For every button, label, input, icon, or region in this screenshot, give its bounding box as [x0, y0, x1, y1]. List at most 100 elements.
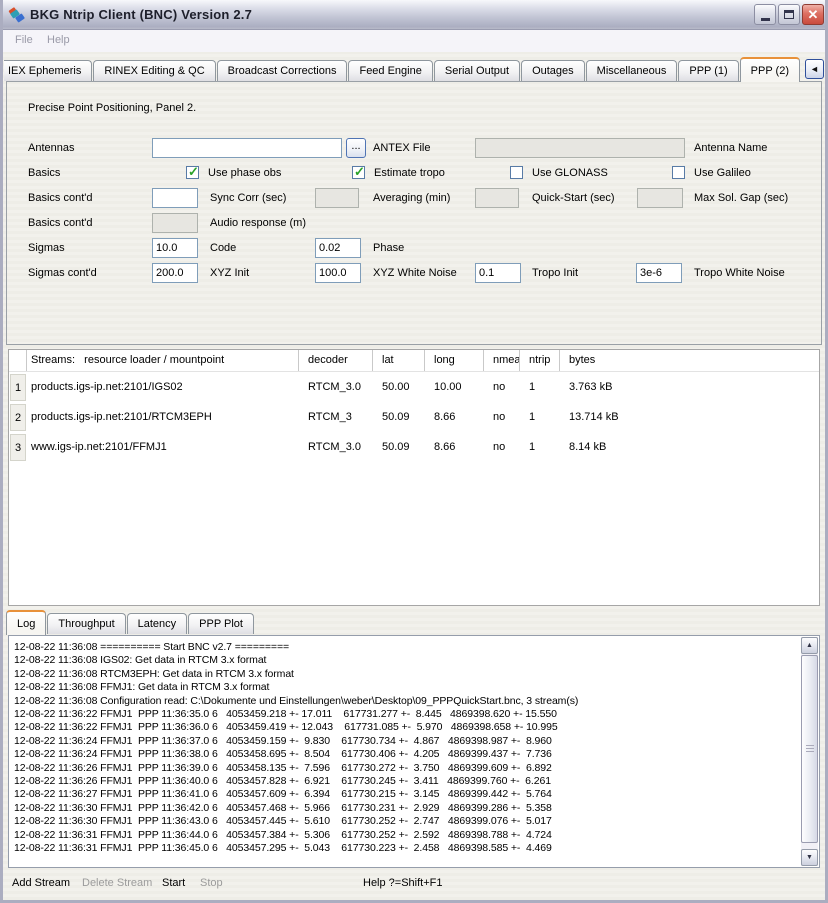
tab-ppp-2[interactable]: PPP (2)	[740, 57, 800, 82]
col-header-mountpoint[interactable]: Streams: resource loader / mountpoint	[27, 350, 299, 371]
tropo-white-noise-label: Tropo White Noise	[694, 267, 785, 279]
row-header[interactable]: 3	[10, 434, 26, 461]
estimate-tropo-label: Estimate tropo	[374, 167, 445, 179]
tab-broadcast-corrections[interactable]: Broadcast Corrections	[217, 60, 348, 81]
tropo-init-label: Tropo Init	[532, 267, 578, 279]
cell-nmea: no	[484, 441, 520, 453]
cell-bytes: 13.714 kB	[560, 411, 819, 423]
antex-browse-button[interactable]: ...	[346, 138, 366, 158]
row-header[interactable]: 2	[10, 404, 26, 431]
scroll-down-button[interactable]: ▼	[801, 849, 818, 866]
streams-header-corner	[9, 350, 27, 371]
log-line: 12-08-22 11:36:08 FFMJ1: Get data in RTC…	[14, 681, 797, 694]
tab-log[interactable]: Log	[6, 610, 46, 635]
basics-label: Basics	[28, 167, 60, 179]
scroll-thumb[interactable]	[801, 655, 818, 843]
antex-file-input	[475, 138, 685, 158]
menu-help[interactable]: Help	[47, 34, 70, 46]
cell-bytes: 3.763 kB	[560, 381, 819, 393]
log-line: 12-08-22 11:36:27 FFMJ1 PPP 11:36:41.0 6…	[14, 788, 797, 801]
sigma-code-input[interactable]	[152, 238, 198, 258]
stream-row[interactable]: 2 products.igs-ip.net:2101/RTCM3EPH RTCM…	[9, 402, 819, 432]
cell-decoder: RTCM_3.0	[299, 441, 373, 453]
stream-row[interactable]: 3 www.igs-ip.net:2101/FFMJ1 RTCM_3.0 50.…	[9, 432, 819, 462]
chevron-left-icon: ◄	[810, 64, 819, 74]
scroll-up-button[interactable]: ▲	[801, 637, 818, 654]
log-line: 12-08-22 11:36:30 FFMJ1 PPP 11:36:43.0 6…	[14, 815, 797, 828]
tab-scroll-left-button[interactable]: ◄	[805, 59, 824, 79]
log-view[interactable]: 12-08-22 11:36:08 ========== Start BNC v…	[8, 635, 820, 868]
tab-feed-engine[interactable]: Feed Engine	[348, 60, 432, 81]
delete-stream-button: Delete Stream	[82, 877, 152, 889]
max-sol-gap-input	[637, 188, 683, 208]
log-scrollbar[interactable]: ▲ ▼	[801, 637, 818, 866]
maximize-button[interactable]	[778, 4, 800, 25]
cell-ntrip: 1	[520, 411, 560, 423]
panel-caption: Precise Point Positioning, Panel 2.	[28, 102, 196, 114]
col-header-bytes[interactable]: bytes	[560, 350, 819, 371]
tropo-init-input[interactable]	[475, 263, 521, 283]
xyz-white-noise-input[interactable]	[315, 263, 361, 283]
streams-table: Streams: resource loader / mountpoint de…	[8, 349, 820, 606]
cell-mountpoint: www.igs-ip.net:2101/FFMJ1	[27, 441, 299, 453]
sigmas2-label: Sigmas cont'd	[28, 267, 97, 279]
xyz-init-input[interactable]	[152, 263, 198, 283]
col-header-decoder[interactable]: decoder	[299, 350, 373, 371]
tab-ppp-plot[interactable]: PPP Plot	[188, 613, 254, 634]
antennas-input[interactable]	[152, 138, 342, 158]
tab-latency[interactable]: Latency	[127, 613, 188, 634]
basics2-label: Basics cont'd	[28, 192, 92, 204]
triangle-down-icon: ▼	[806, 854, 813, 861]
row-header[interactable]: 1	[10, 374, 26, 401]
cell-lat: 50.09	[373, 411, 425, 423]
close-button[interactable]: ✕	[802, 4, 824, 25]
cell-decoder: RTCM_3	[299, 411, 373, 423]
streams-header-row: Streams: resource loader / mountpoint de…	[9, 350, 819, 372]
log-line: 12-08-22 11:36:31 FFMJ1 PPP 11:36:44.0 6…	[14, 829, 797, 842]
maximize-icon	[784, 10, 794, 19]
averaging-label: Averaging (min)	[373, 192, 450, 204]
col-header-lat[interactable]: lat	[373, 350, 425, 371]
log-line: 12-08-22 11:36:08 RTCM3EPH: Get data in …	[14, 668, 797, 681]
cell-nmea: no	[484, 381, 520, 393]
use-galileo-checkbox[interactable]	[672, 166, 685, 179]
antex-file-label: ANTEX File	[373, 142, 430, 154]
basics3-label: Basics cont'd	[28, 217, 92, 229]
use-glonass-label: Use GLONASS	[532, 167, 608, 179]
tab-throughput[interactable]: Throughput	[47, 613, 125, 634]
tab-rinex-ephemeris[interactable]: IEX Ephemeris	[4, 60, 92, 81]
estimate-tropo-checkbox[interactable]	[352, 166, 365, 179]
tab-outages[interactable]: Outages	[521, 60, 585, 81]
tropo-white-noise-input[interactable]	[636, 263, 682, 283]
minimize-button[interactable]	[754, 4, 776, 25]
bottom-tab-bar: Log Throughput Latency PPP Plot	[6, 611, 822, 634]
cell-decoder: RTCM_3.0	[299, 381, 373, 393]
title-bar[interactable]: BKG Ntrip Client (BNC) Version 2.7 ✕	[0, 0, 828, 30]
tab-miscellaneous[interactable]: Miscellaneous	[586, 60, 678, 81]
sync-corr-input[interactable]	[152, 188, 198, 208]
col-header-ntrip[interactable]: ntrip	[520, 350, 560, 371]
log-line: 12-08-22 11:36:24 FFMJ1 PPP 11:36:38.0 6…	[14, 748, 797, 761]
help-button[interactable]: Help ?=Shift+F1	[363, 877, 443, 889]
tab-rinex-editing-qc[interactable]: RINEX Editing & QC	[93, 60, 215, 81]
add-stream-button[interactable]: Add Stream	[12, 877, 70, 889]
col-header-nmea[interactable]: nmea	[484, 350, 520, 371]
audio-response-input	[152, 213, 198, 233]
tab-ppp-1[interactable]: PPP (1)	[678, 60, 738, 81]
tab-serial-output[interactable]: Serial Output	[434, 60, 520, 81]
antennas-label: Antennas	[28, 142, 74, 154]
menu-file[interactable]: File	[15, 34, 33, 46]
use-phase-obs-checkbox[interactable]	[186, 166, 199, 179]
log-line: 12-08-22 11:36:08 ========== Start BNC v…	[14, 641, 797, 654]
col-header-long[interactable]: long	[425, 350, 484, 371]
log-text: 12-08-22 11:36:08 ========== Start BNC v…	[14, 641, 797, 865]
minimize-icon	[761, 18, 770, 21]
averaging-input	[315, 188, 359, 208]
start-button[interactable]: Start	[162, 877, 185, 889]
sigma-phase-label: Phase	[373, 242, 404, 254]
log-line: 12-08-22 11:36:30 FFMJ1 PPP 11:36:42.0 6…	[14, 802, 797, 815]
log-line: 12-08-22 11:36:26 FFMJ1 PPP 11:36:39.0 6…	[14, 762, 797, 775]
stream-row[interactable]: 1 products.igs-ip.net:2101/IGS02 RTCM_3.…	[9, 372, 819, 402]
use-glonass-checkbox[interactable]	[510, 166, 523, 179]
sigma-phase-input[interactable]	[315, 238, 361, 258]
